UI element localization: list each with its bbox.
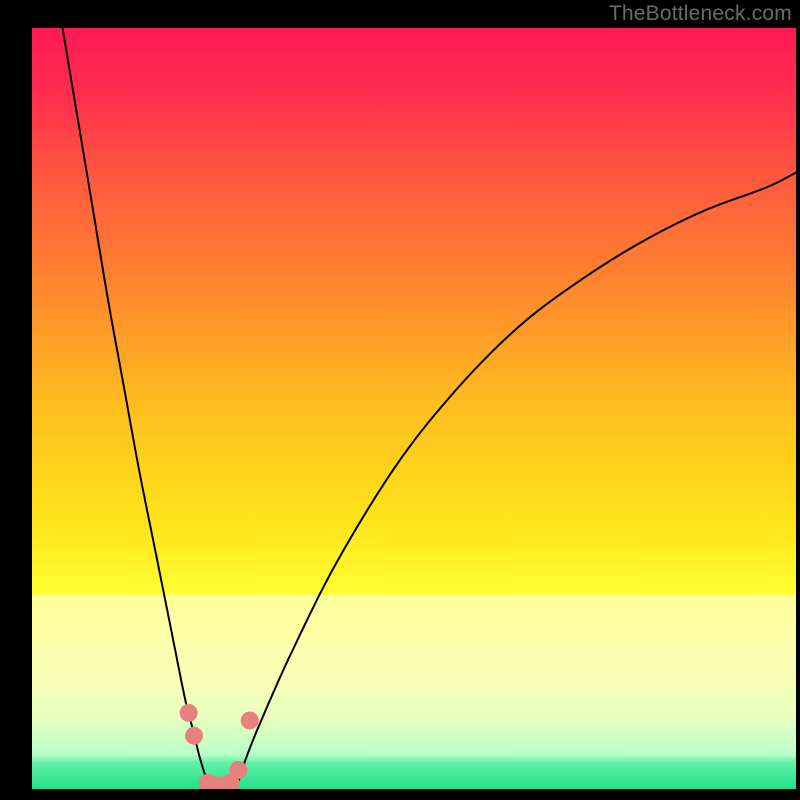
marker-dot — [185, 727, 203, 745]
bottleneck-chart — [0, 0, 800, 800]
plot-background — [32, 28, 796, 789]
chart-frame: TheBottleneck.com — [0, 0, 800, 800]
marker-dot — [229, 761, 247, 779]
watermark-text: TheBottleneck.com — [609, 2, 792, 26]
marker-dot — [241, 712, 259, 730]
marker-dot — [180, 704, 198, 722]
